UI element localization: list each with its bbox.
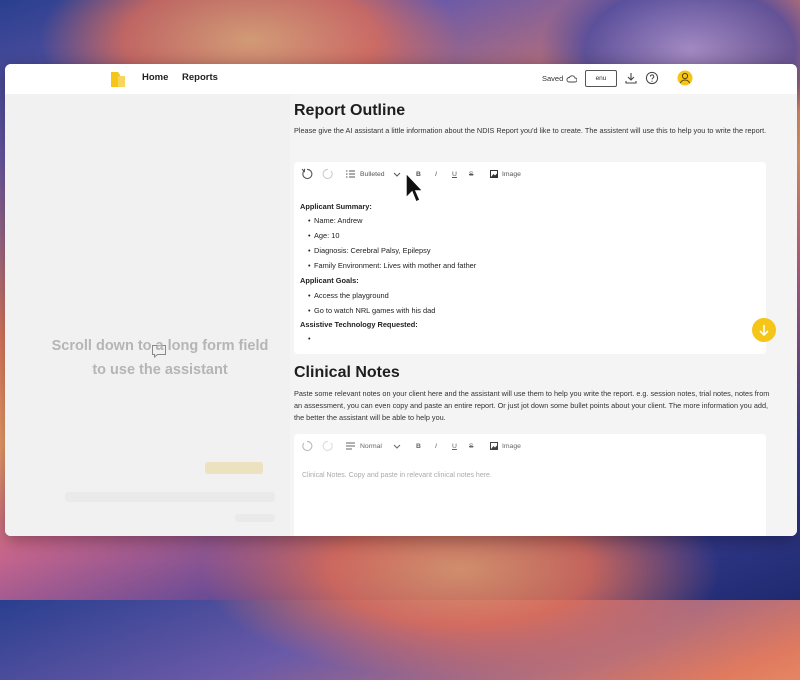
ghost-button xyxy=(205,462,263,474)
content-area: " Scroll down to a long form field to us… xyxy=(5,94,797,536)
chevron-down-icon[interactable] xyxy=(393,172,401,177)
assistant-hint: Scroll down to a long form field to use … xyxy=(51,338,269,378)
assistant-panel: " Scroll down to a long form field to us… xyxy=(5,94,290,536)
scroll-down-button[interactable] xyxy=(752,318,776,342)
underline-button[interactable]: U xyxy=(452,443,457,450)
list-item: Go to watch NRL games with his dad xyxy=(308,306,435,315)
undo-icon[interactable] xyxy=(301,440,313,452)
outline-title: Report Outline xyxy=(294,102,406,119)
italic-button[interactable]: I xyxy=(435,171,437,178)
outline-description: Please give the AI assistant a little in… xyxy=(294,126,767,135)
list-icon xyxy=(346,170,355,178)
report-form: Report Outline Please give the AI assist… xyxy=(290,94,797,536)
clinical-notes-description: Paste some relevant notes on your client… xyxy=(294,389,770,422)
strikethrough-button[interactable]: S xyxy=(469,171,474,178)
download-icon[interactable] xyxy=(624,71,638,85)
help-icon[interactable] xyxy=(645,71,659,85)
clinical-notes-title: Clinical Notes xyxy=(294,364,400,381)
ghost-row xyxy=(65,492,275,502)
italic-button[interactable]: I xyxy=(435,443,437,450)
text-style-icon xyxy=(346,442,355,450)
list-item: Access the playground xyxy=(308,291,389,300)
list-style-dropdown[interactable]: Bulleted xyxy=(360,171,385,178)
chevron-down-icon[interactable] xyxy=(393,444,401,449)
undo-icon[interactable] xyxy=(301,168,313,180)
clinical-notes-editor[interactable]: Normal B I U S Image Clinical Notes. Cop… xyxy=(294,434,766,536)
summary-heading: Applicant Summary: xyxy=(300,202,372,211)
list-item: Family Environment: Lives with mother an… xyxy=(308,261,476,270)
top-nav-bar: Home Reports Saved enu xyxy=(5,64,797,95)
outline-toolbar: Bulleted B I U S Image xyxy=(294,162,766,186)
redo-icon[interactable] xyxy=(322,440,334,452)
cloud-icon xyxy=(566,74,578,82)
strikethrough-button[interactable]: S xyxy=(469,443,474,450)
mouse-cursor-icon xyxy=(405,172,424,203)
nav-home-link[interactable]: Home xyxy=(142,72,168,83)
image-icon[interactable] xyxy=(490,170,498,178)
arrow-down-icon xyxy=(759,325,769,337)
image-icon[interactable] xyxy=(490,442,498,450)
text-style-dropdown[interactable]: Normal xyxy=(360,443,382,450)
nav-reports-link[interactable]: Reports xyxy=(182,72,218,83)
clinical-notes-placeholder: Clinical Notes. Copy and paste in releva… xyxy=(302,472,492,479)
image-button[interactable]: Image xyxy=(502,171,521,178)
app-window: Home Reports Saved enu " Scroll down to … xyxy=(5,64,797,536)
underline-button[interactable]: U xyxy=(452,171,457,178)
clinical-toolbar: Normal B I U S Image xyxy=(294,434,766,458)
outline-editor[interactable]: Bulleted B I U S Image Applicant Summary… xyxy=(294,162,766,354)
user-avatar-icon[interactable] xyxy=(677,70,693,86)
image-button[interactable]: Image xyxy=(502,443,521,450)
list-item: Age: 10 xyxy=(308,231,340,240)
bold-button[interactable]: B xyxy=(416,443,421,450)
list-item: Diagnosis: Cerebral Palsy, Epilepsy xyxy=(308,246,431,255)
language-selector[interactable]: enu xyxy=(585,70,617,87)
goals-heading: Applicant Goals: xyxy=(300,276,359,285)
ghost-row xyxy=(235,514,275,522)
redo-icon[interactable] xyxy=(322,168,334,180)
list-item: Name: Andrew xyxy=(308,216,363,225)
save-status: Saved xyxy=(542,74,578,83)
save-status-label: Saved xyxy=(542,74,564,83)
app-logo-icon[interactable] xyxy=(110,70,126,88)
assistive-tech-heading: Assistive Technology Requested: xyxy=(300,320,418,329)
